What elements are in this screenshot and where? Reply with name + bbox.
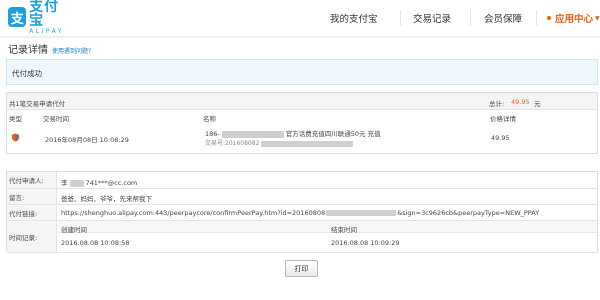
transaction-time: 2016年08月08日 10:08:29: [45, 136, 129, 144]
nav-member-protection[interactable]: 会员保障: [484, 0, 522, 36]
print-button[interactable]: 打印: [285, 260, 318, 277]
link-row: 代付链接: https://shenghuo.alipay.com:443/pe…: [7, 205, 597, 221]
top-header: 支 支付宝 ALIPAY 我的支付宝 交易记录 会员保障 应用中心 ▼: [0, 0, 600, 36]
nav-app-center-label: 应用中心: [555, 14, 594, 25]
alipay-logo[interactable]: 支 支付宝 ALIPAY: [8, 0, 70, 35]
message-row: 留言: 爸爸、妈妈、爷爷，先来帮我下: [7, 189, 597, 205]
nav-divider: [470, 10, 471, 26]
chevron-down-icon: ▼: [595, 14, 600, 22]
finish-time: 2016.08.08 10:09:29: [331, 239, 400, 247]
requester-prefix: 李: [61, 179, 68, 187]
link-label: 代付链接:: [7, 205, 57, 220]
nav-my-alipay[interactable]: 我的支付宝: [330, 0, 378, 36]
peerpay-details: 代付申请人: 李 741***@cc.com 留言: 爸爸、妈妈、爷爷，先来帮我下…: [6, 171, 598, 253]
page-title: 记录详情: [8, 45, 48, 56]
order-label: 交易号:: [205, 140, 226, 147]
column-apply-time: 创建时间: [61, 226, 87, 234]
requester-row: 代付申请人: 李 741***@cc.com: [7, 172, 597, 189]
requester-label: 代付申请人:: [7, 172, 57, 188]
time-record-label: 时间记录:: [7, 221, 57, 252]
status-text: 代付成功: [12, 69, 42, 78]
peerpay-link[interactable]: https://shenghuo.alipay.com:443/peerpayc…: [61, 209, 539, 217]
title-row: 记录详情 使用遇到问题?: [8, 44, 91, 56]
nav-trade-records[interactable]: 交易记录: [413, 0, 451, 36]
table-header: 类型 交易时间 名称 价格详情: [7, 110, 597, 123]
transaction-summary-bar: 共1笔交易申请代付 总计: 49.95 元: [7, 93, 597, 110]
redacted-block: [261, 140, 354, 147]
link-prefix: https://shenghuo.alipay.com:443/peerpayc…: [61, 209, 326, 217]
nav-divider: [400, 10, 401, 26]
apply-time: 2016.08.08 10:08:58: [61, 239, 130, 247]
transaction-price: 49.95: [491, 134, 510, 142]
total-amount: 49.95: [511, 98, 530, 106]
nav-divider: [536, 10, 537, 26]
column-finish-time: 结束时间: [331, 226, 357, 234]
message-label: 留言:: [7, 189, 57, 204]
transaction-name[interactable]: 186- 官方话费充值四川联通50元 充值: [205, 128, 381, 138]
requester-value: 李 741***@cc.com: [61, 177, 137, 187]
transaction-table: 共1笔交易申请代付 总计: 49.95 元 类型 交易时间 名称 价格详情 20…: [6, 92, 598, 154]
help-link[interactable]: 使用遇到问题?: [52, 46, 91, 55]
redacted-block: [221, 130, 284, 138]
logo-english-text: ALIPAY: [29, 27, 64, 35]
transaction-name-prefix: 186-: [205, 130, 220, 138]
time-record-header: 创建时间 结束时间: [58, 221, 597, 234]
order-number: 交易号:201608082: [205, 138, 354, 147]
active-dot-icon: [547, 16, 551, 20]
status-banner: 代付成功: [6, 59, 598, 85]
order-number-value: 201608082: [225, 140, 260, 147]
transaction-count: 共1笔交易申请代付: [9, 100, 66, 108]
header-divider: [0, 36, 600, 38]
total-label: 总计:: [489, 100, 505, 108]
message-value: 爸爸、妈妈、爷爷，先来帮我下: [61, 195, 152, 203]
time-record-row: 时间记录: 创建时间 结束时间 2016.08.08 10:08:58 2016…: [7, 221, 597, 253]
logo-chinese-text: 支付宝: [29, 0, 60, 29]
requester-email: 741***@cc.com: [85, 179, 138, 187]
redacted-block: [69, 179, 84, 187]
redacted-block: [326, 210, 397, 216]
transaction-name-suffix: 官方话费充值四川联通50元 充值: [285, 130, 381, 138]
nav-app-center[interactable]: 应用中心 ▼: [547, 0, 600, 36]
table-row: 2016年08月08日 10:08:29 186- 官方话费充值四川联通50元 充…: [7, 122, 597, 154]
link-suffix: &sign=3c9626cb&peerpayType=NEW_PPAY: [397, 209, 540, 217]
alipay-logo-mark: 支: [8, 7, 27, 27]
total-unit: 元: [534, 100, 541, 108]
shield-icon: [11, 133, 20, 142]
